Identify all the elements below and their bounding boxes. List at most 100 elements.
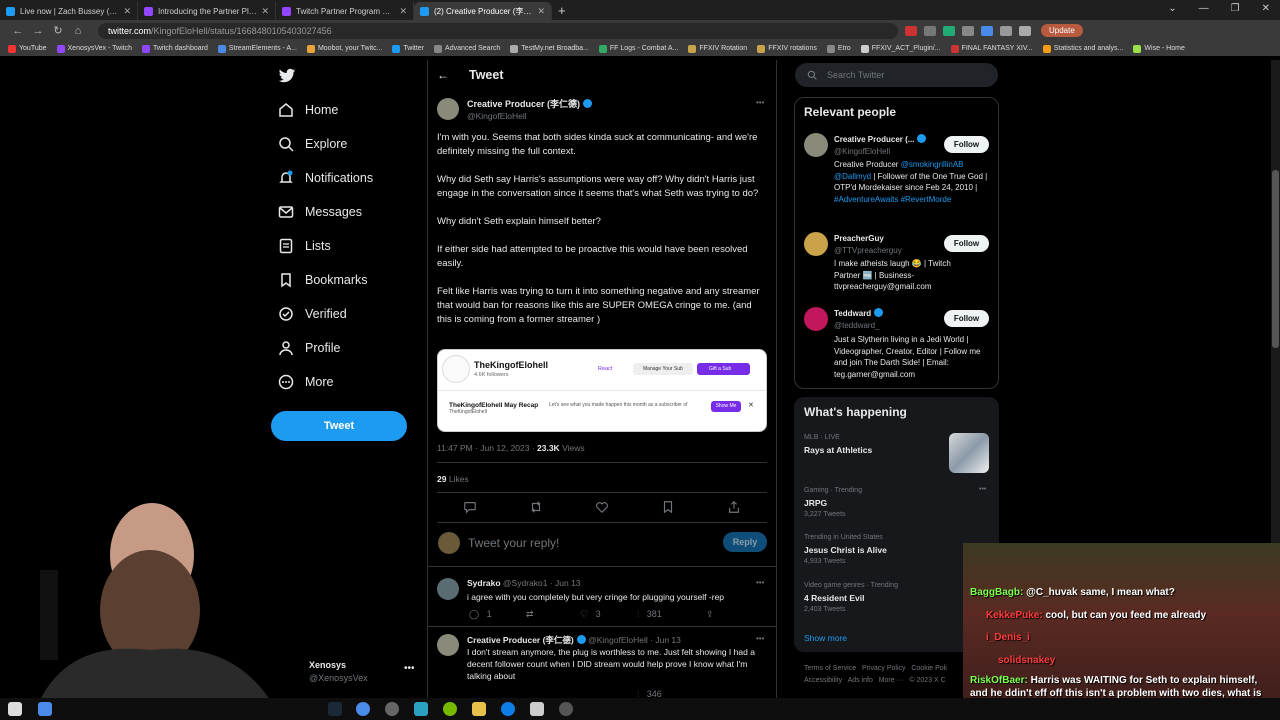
tweet-author[interactable]: Creative Producer (李仁德) [467, 97, 593, 111]
avatar[interactable] [437, 634, 459, 656]
tweet-button[interactable]: Tweet [271, 411, 407, 441]
bookmark-item[interactable]: Wise - Home [1133, 44, 1185, 53]
browser-tab-active[interactable]: (2) Creative Producer (李仁德) on ✕ [414, 2, 552, 20]
more-options-icon[interactable]: ••• [756, 578, 764, 587]
bookmark-item[interactable]: Twitch dashboard [141, 44, 208, 53]
taskbar-app-icon[interactable] [356, 702, 370, 716]
reply-reply-count[interactable]: ◯ 1 [469, 609, 492, 620]
bookmark-item[interactable]: TestMy.net Broadba... [510, 44, 589, 53]
mention-link[interactable]: @smokingrillinAB [901, 160, 964, 169]
bookmark-item[interactable]: FFXIV_ACT_Plugin/... [860, 44, 941, 53]
close-tab-icon[interactable]: ✕ [399, 6, 407, 17]
more-options-icon[interactable]: ••• [979, 486, 986, 493]
taskbar-app-icon[interactable] [530, 702, 544, 716]
hashtag-link[interactable]: #AdventureAwaits [834, 195, 898, 204]
hashtag-link[interactable]: #RevertMorde [901, 195, 952, 204]
browser-tab[interactable]: Introducing the Partner Plus Prog✕ [138, 2, 276, 20]
bookmark-item[interactable]: FINAL FANTASY XIV... [950, 44, 1033, 53]
trend-item[interactable]: MLB · LIVE Rays at Athletics [804, 434, 872, 455]
avatar[interactable] [437, 578, 459, 600]
trend-item[interactable]: Video game genres · Trending 4 Resident … [804, 582, 898, 613]
nav-explore[interactable]: Explore [278, 136, 347, 152]
reply-input[interactable]: Tweet your reply! [468, 536, 559, 550]
trend-item[interactable]: Trending in United States Jesus Christ i… [804, 534, 887, 565]
nav-home[interactable]: Home [278, 102, 338, 118]
bookmark-item[interactable]: Moobot, your Twitc... [306, 44, 382, 53]
likes-stat[interactable]: 29 Likes [437, 474, 469, 484]
reply-author[interactable]: Creative Producer (李仁德) [467, 635, 574, 645]
more-options-icon[interactable]: ••• [756, 634, 764, 643]
folder-icon[interactable] [472, 702, 486, 716]
update-button[interactable]: Update [1041, 24, 1083, 37]
show-more-link[interactable]: Show more [804, 633, 847, 643]
reply-view-count[interactable]: ⫶ 381 [637, 609, 662, 620]
bookmark-icon[interactable] [661, 500, 675, 514]
home-icon[interactable]: ⌂ [68, 25, 88, 37]
extension-icon[interactable] [981, 25, 993, 36]
back-arrow-icon[interactable]: ← [8, 25, 28, 37]
footer-links[interactable]: Terms of Service Privacy Policy Cookie P… [804, 665, 947, 672]
nav-messages[interactable]: Messages [278, 204, 362, 220]
retweet-icon[interactable]: ⇄ [526, 609, 534, 620]
search-input[interactable]: Search Twitter [795, 63, 998, 87]
avatar[interactable] [804, 307, 828, 331]
reply-like-count[interactable]: ♡ 3 [580, 609, 601, 620]
bookmark-item[interactable]: StreamElements - A... [217, 44, 297, 53]
person-name[interactable]: Teddward [834, 308, 884, 320]
restore-icon[interactable]: ❐ [1231, 3, 1240, 14]
close-tab-icon[interactable]: ✕ [261, 6, 269, 17]
nav-lists[interactable]: Lists [278, 238, 331, 254]
bookmark-item[interactable]: Etro [826, 44, 851, 53]
person-name[interactable]: PreacherGuy [834, 233, 884, 245]
follow-button[interactable]: Follow [944, 310, 989, 327]
extension-icon[interactable] [962, 25, 974, 36]
puzzle-icon[interactable] [1000, 25, 1012, 36]
forward-arrow-icon[interactable]: → [28, 25, 48, 37]
reply-icon[interactable] [463, 500, 477, 514]
account-more-icon[interactable]: ••• [404, 663, 415, 674]
reload-icon[interactable]: ↻ [48, 24, 68, 37]
share-icon[interactable] [727, 500, 741, 514]
bookmark-item[interactable]: Advanced Search [434, 44, 500, 53]
nav-notifications[interactable]: Notifications [278, 170, 373, 186]
close-tab-icon[interactable]: ✕ [537, 6, 545, 17]
person-name[interactable]: Creative Producer (... [834, 134, 927, 146]
taskbar-app-icon[interactable] [414, 702, 428, 716]
avatar[interactable] [804, 133, 828, 157]
reply-button[interactable]: Reply [723, 532, 767, 552]
nav-bookmarks[interactable]: Bookmarks [278, 272, 368, 288]
extension-icon[interactable] [943, 25, 955, 36]
browser-tab[interactable]: Twitch Partner Program Overview ✕ [276, 2, 414, 20]
retweet-icon[interactable] [529, 500, 543, 514]
bookmark-item[interactable]: FFXIV rotations [757, 44, 817, 53]
heart-icon[interactable] [595, 500, 609, 514]
chevron-down-icon[interactable]: ⌄ [1168, 3, 1176, 14]
browser-tab[interactable]: Live now | Zach Bussey (@za ✕ [0, 2, 138, 20]
bookmark-item[interactable]: FFXIV Rotation [688, 44, 747, 53]
sidebar-icon[interactable] [1019, 25, 1031, 36]
avatar[interactable] [804, 232, 828, 256]
taskbar-app-icon[interactable] [443, 702, 457, 716]
nav-verified[interactable]: Verified [278, 306, 347, 322]
close-tab-icon[interactable]: ✕ [123, 6, 131, 17]
address-bar[interactable]: twitter.com/KingofEloHell/status/1668480… [98, 22, 898, 39]
nav-profile[interactable]: Profile [278, 340, 340, 356]
taskbar-app-icon[interactable] [385, 702, 399, 716]
twitter-logo-icon[interactable] [278, 67, 296, 85]
extension-icon[interactable] [905, 25, 917, 36]
tweet-image[interactable]: TheKingofElohell 4.6K followers React Ma… [437, 349, 767, 432]
follow-button[interactable]: Follow [944, 235, 989, 252]
bookmark-item[interactable]: YouTube [8, 44, 47, 53]
minimize-icon[interactable]: — [1199, 3, 1209, 14]
taskbar-app-icon[interactable] [38, 702, 52, 716]
extension-icon[interactable] [924, 25, 936, 36]
bookmark-item[interactable]: Twitter [392, 44, 424, 53]
steam-icon[interactable] [328, 702, 342, 716]
mention-link[interactable]: @Dallmyd [834, 172, 871, 181]
footer-links[interactable]: Accessibility Ads info More ··· © 2023 X… [804, 677, 946, 684]
scrollbar-thumb[interactable] [1272, 170, 1279, 348]
account-name[interactable]: Xenosys [309, 660, 346, 670]
new-tab-icon[interactable]: + [558, 3, 566, 18]
nav-more[interactable]: More [278, 374, 333, 390]
bookmark-item[interactable]: FF Logs - Combat A... [598, 44, 678, 53]
